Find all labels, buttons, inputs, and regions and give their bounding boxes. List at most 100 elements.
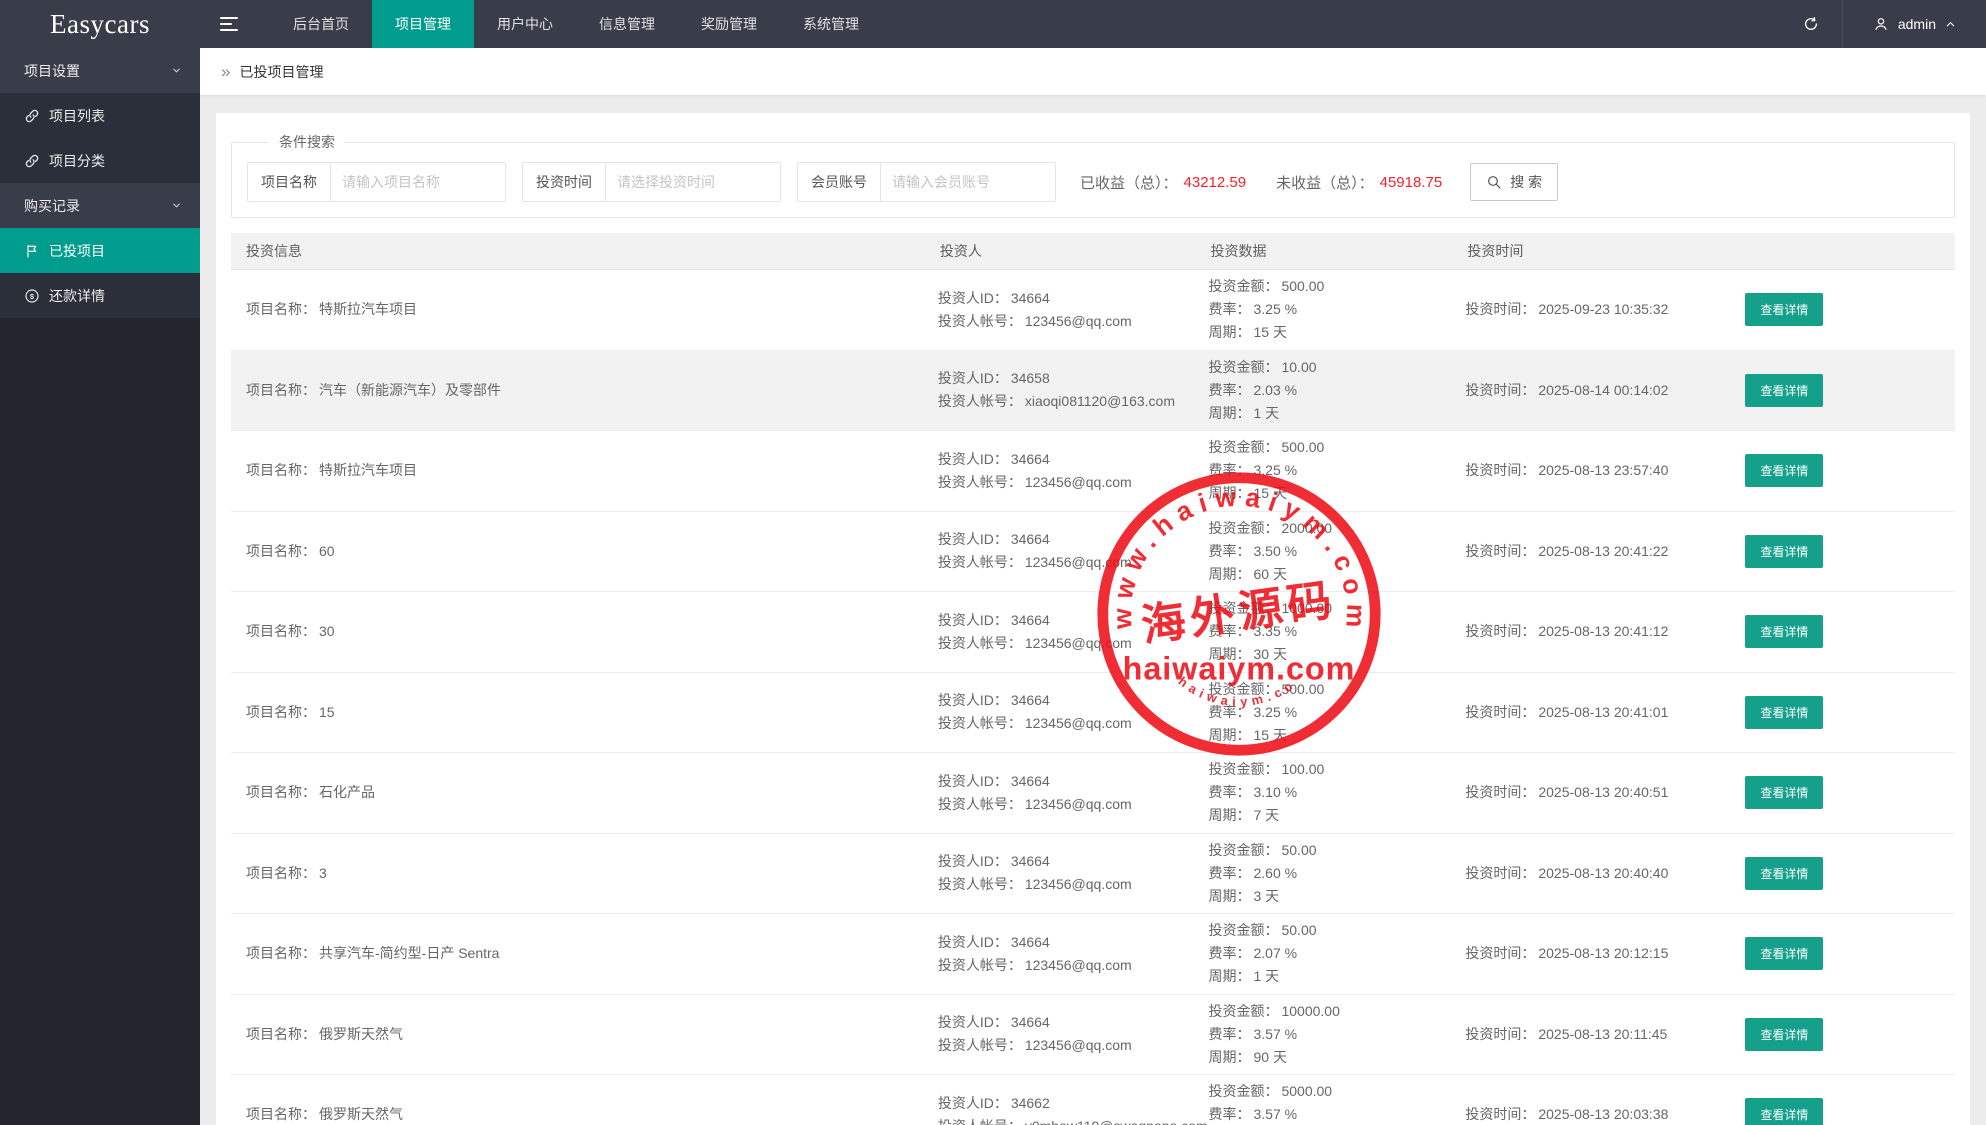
top-nav-item[interactable]: 系统管理 [780, 0, 882, 48]
project-name-input[interactable] [331, 163, 505, 201]
cell-invest-time: 投资时间：2025-08-13 20:41:12 [1465, 621, 1715, 642]
search-panel-legend: 条件搜索 [269, 132, 345, 152]
sidebar: 项目设置项目列表项目分类购买记录已投项目$还款详情 [0, 48, 200, 1125]
cell-invest-info: 项目名称：特斯拉汽车项目 [231, 299, 938, 320]
search-button-label: 搜 索 [1510, 172, 1542, 192]
top-nav-item[interactable]: 信息管理 [576, 0, 678, 48]
rate-line: 费率：3.50 % [1208, 541, 1465, 562]
investor-account-line: 投资人帐号：123456@qq.com [938, 633, 1209, 654]
view-detail-button[interactable]: 查看详情 [1745, 937, 1823, 970]
top-nav-item[interactable]: 奖励管理 [678, 0, 780, 48]
cell-invest-time: 投资时间：2025-09-23 10:35:32 [1465, 299, 1715, 320]
table-body: 项目名称：特斯拉汽车项目 投资人ID：34664 投资人帐号：123456@qq… [231, 270, 1955, 1125]
investor-account-line: 投资人帐号：123456@qq.com [938, 552, 1209, 573]
invest-time-input[interactable] [606, 163, 780, 201]
top-nav-item[interactable]: 用户中心 [474, 0, 576, 48]
cell-investor: 投资人ID：34664 投资人帐号：123456@qq.com [938, 610, 1209, 654]
project-label: 项目名称： [246, 1106, 316, 1122]
view-detail-button[interactable]: 查看详情 [1745, 696, 1823, 729]
cell-invest-data: 投资金额：1000.00 费率：3.35 % 周期：30 天 [1208, 598, 1465, 665]
project-value: 特斯拉汽车项目 [319, 301, 417, 317]
amount-line: 投资金额：50.00 [1208, 920, 1465, 941]
sidebar-item-label: 项目设置 [24, 61, 80, 81]
view-detail-button[interactable]: 查看详情 [1745, 535, 1823, 568]
refresh-icon [1803, 16, 1819, 32]
amount-line: 投资金额：500.00 [1208, 276, 1465, 297]
cell-invest-time: 投资时间：2025-08-13 20:12:15 [1465, 943, 1715, 964]
project-name-filter: 项目名称 [247, 162, 506, 202]
sidebar-item[interactable]: 项目分类 [0, 138, 200, 183]
svg-text:$: $ [30, 291, 35, 300]
top-nav: 后台首页项目管理用户中心信息管理奖励管理系统管理 [270, 0, 882, 48]
view-detail-button[interactable]: 查看详情 [1745, 454, 1823, 487]
invest-time-label: 投资时间 [523, 163, 606, 201]
cell-invest-time: 投资时间：2025-08-14 00:14:02 [1465, 380, 1715, 401]
view-detail-button[interactable]: 查看详情 [1745, 293, 1823, 326]
unearned-total-value: 45918.75 [1380, 174, 1443, 191]
cell-investor: 投资人ID：34664 投资人帐号：123456@qq.com [938, 449, 1209, 493]
rate-line: 费率：3.35 % [1208, 621, 1465, 642]
view-detail-button[interactable]: 查看详情 [1745, 615, 1823, 648]
cycle-line: 周期：3 天 [1208, 886, 1465, 907]
amount-line: 投资金额：10000.00 [1208, 1001, 1465, 1022]
table-row: 项目名称：15 投资人ID：34664 投资人帐号：123456@qq.com … [231, 673, 1955, 754]
search-panel: 条件搜索 项目名称 投资时间 会员账号 已收益（总）： [231, 132, 1955, 218]
project-label: 项目名称： [246, 382, 316, 398]
income-stats: 已收益（总）： 43212.59 未收益（总）： 45918.75 [1080, 172, 1442, 193]
sidebar-item[interactable]: 项目列表 [0, 93, 200, 138]
investor-account-line: 投资人帐号：y0mhaw119@swagpapa.com [938, 1116, 1209, 1125]
rate-line: 费率：2.07 % [1208, 943, 1465, 964]
page-title: 已投项目管理 [239, 62, 323, 82]
cell-invest-data: 投资金额：500.00 费率：3.25 % 周期：15 天 [1208, 437, 1465, 504]
cell-invest-info: 项目名称：俄罗斯天然气 [231, 1104, 938, 1125]
cycle-line: 周期：30 天 [1208, 644, 1465, 665]
investor-id-line: 投资人ID：34662 [938, 1093, 1209, 1114]
top-nav-item[interactable]: 项目管理 [372, 0, 474, 48]
cell-invest-data: 投资金额：10.00 费率：2.03 % 周期：1 天 [1208, 357, 1465, 424]
cell-invest-time: 投资时间：2025-08-13 23:57:40 [1465, 460, 1715, 481]
member-account-input[interactable] [881, 163, 1055, 201]
project-label: 项目名称： [246, 301, 316, 317]
amount-line: 投资金额：50.00 [1208, 840, 1465, 861]
project-value: 30 [319, 623, 335, 639]
brand-logo: Easycars [0, 0, 200, 48]
amount-line: 投资金额：10.00 [1208, 357, 1465, 378]
header-invest-data: 投资数据 [1208, 241, 1465, 261]
cell-invest-info: 项目名称：15 [231, 702, 938, 723]
project-value: 60 [319, 543, 335, 559]
top-nav-item[interactable]: 后台首页 [270, 0, 372, 48]
project-value: 俄罗斯天然气 [319, 1026, 403, 1042]
refresh-button[interactable] [1780, 0, 1842, 48]
header-invest-info: 投资信息 [231, 241, 938, 261]
flag-icon [24, 243, 40, 259]
cell-invest-time: 投资时间：2025-08-13 20:03:38 [1465, 1104, 1715, 1125]
cell-investor: 投资人ID：34662 投资人帐号：y0mhaw119@swagpapa.com [938, 1093, 1209, 1125]
table-row: 项目名称：汽车（新能源汽车）及零部件 投资人ID：34658 投资人帐号：xia… [231, 351, 1955, 432]
investor-id-line: 投资人ID：34664 [938, 690, 1209, 711]
dollar-circle-icon: $ [24, 288, 40, 304]
sidebar-item[interactable]: $还款详情 [0, 273, 200, 318]
breadcrumb-separator-icon: » [221, 62, 230, 82]
investor-id-line: 投资人ID：34664 [938, 851, 1209, 872]
cycle-line: 周期：15 天 [1208, 725, 1465, 746]
sidebar-item[interactable]: 项目设置 [0, 48, 200, 93]
view-detail-button[interactable]: 查看详情 [1745, 776, 1823, 809]
search-button[interactable]: 搜 索 [1470, 163, 1558, 201]
table-row: 项目名称：俄罗斯天然气 投资人ID：34662 投资人帐号：y0mhaw119@… [231, 1075, 1955, 1125]
sidebar-item[interactable]: 购买记录 [0, 183, 200, 228]
table-row: 项目名称：特斯拉汽车项目 投资人ID：34664 投资人帐号：123456@qq… [231, 270, 1955, 351]
cell-invest-info: 项目名称：60 [231, 541, 938, 562]
view-detail-button[interactable]: 查看详情 [1745, 374, 1823, 407]
view-detail-button[interactable]: 查看详情 [1745, 857, 1823, 890]
amount-line: 投资金额：5000.00 [1208, 1081, 1465, 1102]
table-header: 投资信息 投资人 投资数据 投资时间 [231, 233, 1955, 270]
user-menu[interactable]: admin [1842, 0, 1986, 48]
cell-actions: 查看详情 [1715, 937, 1955, 970]
sidebar-toggle-button[interactable] [200, 0, 258, 48]
sidebar-item[interactable]: 已投项目 [0, 228, 200, 273]
project-label: 项目名称： [246, 462, 316, 478]
view-detail-button[interactable]: 查看详情 [1745, 1018, 1823, 1051]
project-label: 项目名称： [246, 784, 316, 800]
cell-actions: 查看详情 [1715, 374, 1955, 407]
view-detail-button[interactable]: 查看详情 [1745, 1098, 1823, 1125]
